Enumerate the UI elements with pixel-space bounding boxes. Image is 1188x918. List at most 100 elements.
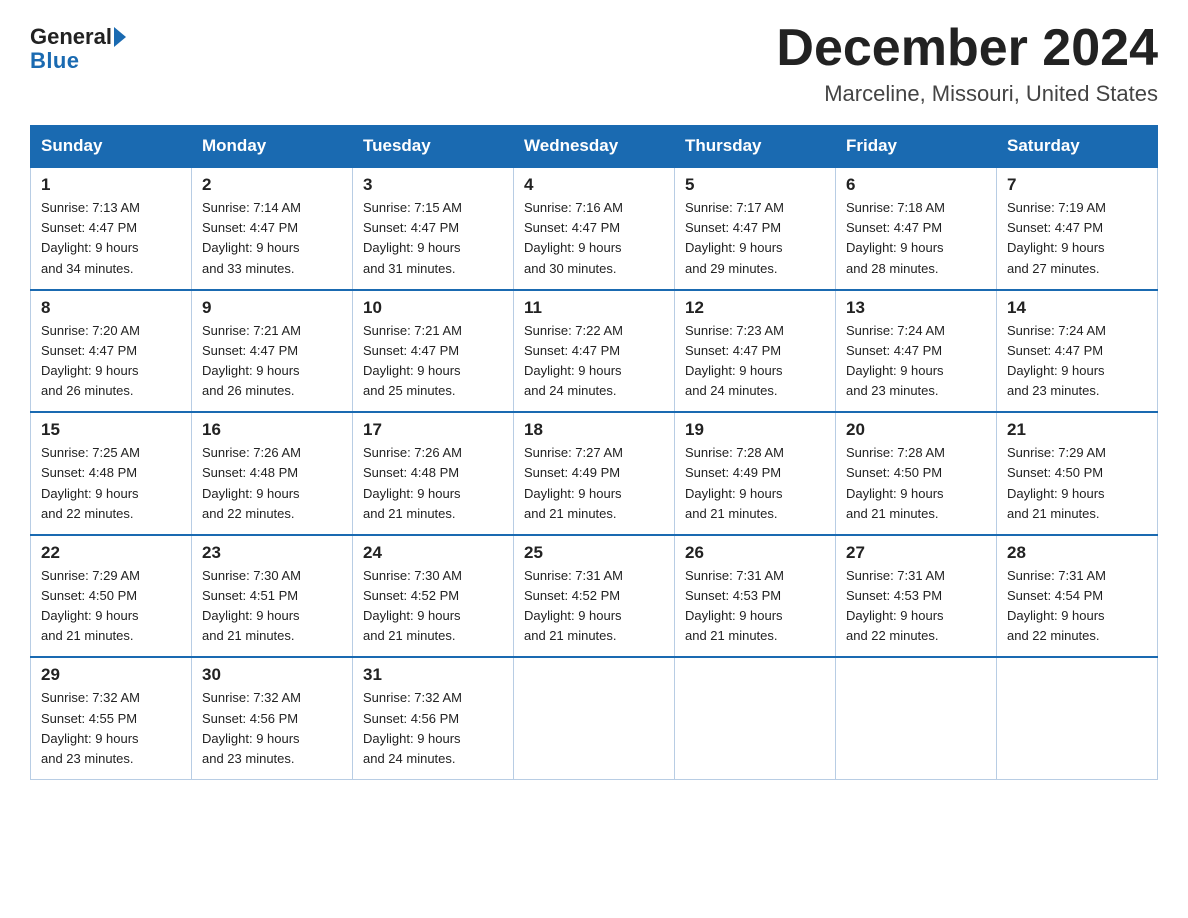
day-info: Sunrise: 7:31 AMSunset: 4:53 PMDaylight:…	[846, 566, 986, 647]
day-info: Sunrise: 7:30 AMSunset: 4:52 PMDaylight:…	[363, 566, 503, 647]
day-cell-23: 23 Sunrise: 7:30 AMSunset: 4:51 PMDayligh…	[192, 535, 353, 658]
day-info: Sunrise: 7:22 AMSunset: 4:47 PMDaylight:…	[524, 321, 664, 402]
day-info: Sunrise: 7:31 AMSunset: 4:54 PMDaylight:…	[1007, 566, 1147, 647]
location-subtitle: Marceline, Missouri, United States	[776, 81, 1158, 107]
day-number: 4	[524, 175, 664, 195]
calendar-table: SundayMondayTuesdayWednesdayThursdayFrid…	[30, 125, 1158, 780]
day-cell-31: 31 Sunrise: 7:32 AMSunset: 4:56 PMDayligh…	[353, 657, 514, 779]
day-info: Sunrise: 7:32 AMSunset: 4:56 PMDaylight:…	[363, 688, 503, 769]
day-number: 31	[363, 665, 503, 685]
day-info: Sunrise: 7:21 AMSunset: 4:47 PMDaylight:…	[202, 321, 342, 402]
day-number: 2	[202, 175, 342, 195]
day-cell-3: 3 Sunrise: 7:15 AMSunset: 4:47 PMDaylight…	[353, 167, 514, 290]
day-info: Sunrise: 7:24 AMSunset: 4:47 PMDaylight:…	[846, 321, 986, 402]
logo: General Blue	[30, 20, 128, 74]
day-cell-20: 20 Sunrise: 7:28 AMSunset: 4:50 PMDayligh…	[836, 412, 997, 535]
day-number: 8	[41, 298, 181, 318]
day-cell-18: 18 Sunrise: 7:27 AMSunset: 4:49 PMDayligh…	[514, 412, 675, 535]
day-info: Sunrise: 7:25 AMSunset: 4:48 PMDaylight:…	[41, 443, 181, 524]
day-info: Sunrise: 7:29 AMSunset: 4:50 PMDaylight:…	[41, 566, 181, 647]
day-info: Sunrise: 7:24 AMSunset: 4:47 PMDaylight:…	[1007, 321, 1147, 402]
day-cell-1: 1Sunrise: 7:13 AMSunset: 4:47 PMDaylight…	[31, 167, 192, 290]
day-cell-9: 9Sunrise: 7:21 AMSunset: 4:47 PMDaylight…	[192, 290, 353, 413]
day-cell-7: 7 Sunrise: 7:19 AMSunset: 4:47 PMDaylight…	[997, 167, 1158, 290]
day-number: 17	[363, 420, 503, 440]
empty-cell	[675, 657, 836, 779]
day-info: Sunrise: 7:32 AMSunset: 4:55 PMDaylight:…	[41, 688, 181, 769]
logo-general-text: General	[30, 26, 112, 48]
weekday-header-saturday: Saturday	[997, 126, 1158, 168]
day-cell-12: 12Sunrise: 7:23 AMSunset: 4:47 PMDayligh…	[675, 290, 836, 413]
day-number: 28	[1007, 543, 1147, 563]
day-number: 23	[202, 543, 342, 563]
day-info: Sunrise: 7:15 AMSunset: 4:47 PMDaylight:…	[363, 198, 503, 279]
day-number: 29	[41, 665, 181, 685]
day-number: 1	[41, 175, 181, 195]
week-row-4: 22Sunrise: 7:29 AMSunset: 4:50 PMDayligh…	[31, 535, 1158, 658]
day-number: 6	[846, 175, 986, 195]
day-info: Sunrise: 7:14 AMSunset: 4:47 PMDaylight:…	[202, 198, 342, 279]
day-info: Sunrise: 7:26 AMSunset: 4:48 PMDaylight:…	[363, 443, 503, 524]
day-cell-24: 24 Sunrise: 7:30 AMSunset: 4:52 PMDayligh…	[353, 535, 514, 658]
day-number: 24	[363, 543, 503, 563]
day-cell-29: 29 Sunrise: 7:32 AMSunset: 4:55 PMDayligh…	[31, 657, 192, 779]
day-number: 20	[846, 420, 986, 440]
day-number: 16	[202, 420, 342, 440]
day-cell-17: 17 Sunrise: 7:26 AMSunset: 4:48 PMDayligh…	[353, 412, 514, 535]
weekday-header-monday: Monday	[192, 126, 353, 168]
day-cell-30: 30 Sunrise: 7:32 AMSunset: 4:56 PMDayligh…	[192, 657, 353, 779]
day-info: Sunrise: 7:17 AMSunset: 4:47 PMDaylight:…	[685, 198, 825, 279]
day-cell-8: 8 Sunrise: 7:20 AMSunset: 4:47 PMDaylight…	[31, 290, 192, 413]
day-cell-11: 11Sunrise: 7:22 AMSunset: 4:47 PMDayligh…	[514, 290, 675, 413]
day-number: 12	[685, 298, 825, 318]
day-cell-16: 16 Sunrise: 7:26 AMSunset: 4:48 PMDayligh…	[192, 412, 353, 535]
day-number: 10	[363, 298, 503, 318]
day-info: Sunrise: 7:19 AMSunset: 4:47 PMDaylight:…	[1007, 198, 1147, 279]
week-row-1: 1Sunrise: 7:13 AMSunset: 4:47 PMDaylight…	[31, 167, 1158, 290]
day-info: Sunrise: 7:29 AMSunset: 4:50 PMDaylight:…	[1007, 443, 1147, 524]
month-title: December 2024	[776, 20, 1158, 77]
day-cell-14: 14 Sunrise: 7:24 AMSunset: 4:47 PMDayligh…	[997, 290, 1158, 413]
empty-cell	[836, 657, 997, 779]
day-cell-13: 13 Sunrise: 7:24 AMSunset: 4:47 PMDayligh…	[836, 290, 997, 413]
empty-cell	[997, 657, 1158, 779]
day-number: 30	[202, 665, 342, 685]
day-number: 18	[524, 420, 664, 440]
day-number: 14	[1007, 298, 1147, 318]
day-number: 21	[1007, 420, 1147, 440]
day-cell-22: 22Sunrise: 7:29 AMSunset: 4:50 PMDayligh…	[31, 535, 192, 658]
day-cell-28: 28 Sunrise: 7:31 AMSunset: 4:54 PMDayligh…	[997, 535, 1158, 658]
day-info: Sunrise: 7:26 AMSunset: 4:48 PMDaylight:…	[202, 443, 342, 524]
weekday-header-wednesday: Wednesday	[514, 126, 675, 168]
day-number: 25	[524, 543, 664, 563]
day-number: 15	[41, 420, 181, 440]
day-cell-25: 25 Sunrise: 7:31 AMSunset: 4:52 PMDayligh…	[514, 535, 675, 658]
day-info: Sunrise: 7:32 AMSunset: 4:56 PMDaylight:…	[202, 688, 342, 769]
weekday-header-friday: Friday	[836, 126, 997, 168]
day-info: Sunrise: 7:20 AMSunset: 4:47 PMDaylight:…	[41, 321, 181, 402]
day-number: 26	[685, 543, 825, 563]
weekday-header-thursday: Thursday	[675, 126, 836, 168]
day-number: 3	[363, 175, 503, 195]
day-info: Sunrise: 7:28 AMSunset: 4:50 PMDaylight:…	[846, 443, 986, 524]
day-cell-2: 2 Sunrise: 7:14 AMSunset: 4:47 PMDaylight…	[192, 167, 353, 290]
day-cell-4: 4 Sunrise: 7:16 AMSunset: 4:47 PMDaylight…	[514, 167, 675, 290]
title-block: December 2024 Marceline, Missouri, Unite…	[776, 20, 1158, 107]
day-cell-6: 6Sunrise: 7:18 AMSunset: 4:47 PMDaylight…	[836, 167, 997, 290]
day-cell-27: 27Sunrise: 7:31 AMSunset: 4:53 PMDayligh…	[836, 535, 997, 658]
day-info: Sunrise: 7:16 AMSunset: 4:47 PMDaylight:…	[524, 198, 664, 279]
day-info: Sunrise: 7:27 AMSunset: 4:49 PMDaylight:…	[524, 443, 664, 524]
day-info: Sunrise: 7:30 AMSunset: 4:51 PMDaylight:…	[202, 566, 342, 647]
day-info: Sunrise: 7:31 AMSunset: 4:52 PMDaylight:…	[524, 566, 664, 647]
day-cell-5: 5Sunrise: 7:17 AMSunset: 4:47 PMDaylight…	[675, 167, 836, 290]
day-number: 7	[1007, 175, 1147, 195]
weekday-header-sunday: Sunday	[31, 126, 192, 168]
day-info: Sunrise: 7:28 AMSunset: 4:49 PMDaylight:…	[685, 443, 825, 524]
week-row-2: 8 Sunrise: 7:20 AMSunset: 4:47 PMDaylight…	[31, 290, 1158, 413]
day-cell-19: 19 Sunrise: 7:28 AMSunset: 4:49 PMDayligh…	[675, 412, 836, 535]
logo-blue-text: Blue	[30, 48, 79, 74]
day-number: 19	[685, 420, 825, 440]
week-row-3: 15 Sunrise: 7:25 AMSunset: 4:48 PMDayligh…	[31, 412, 1158, 535]
day-number: 13	[846, 298, 986, 318]
weekday-header-tuesday: Tuesday	[353, 126, 514, 168]
